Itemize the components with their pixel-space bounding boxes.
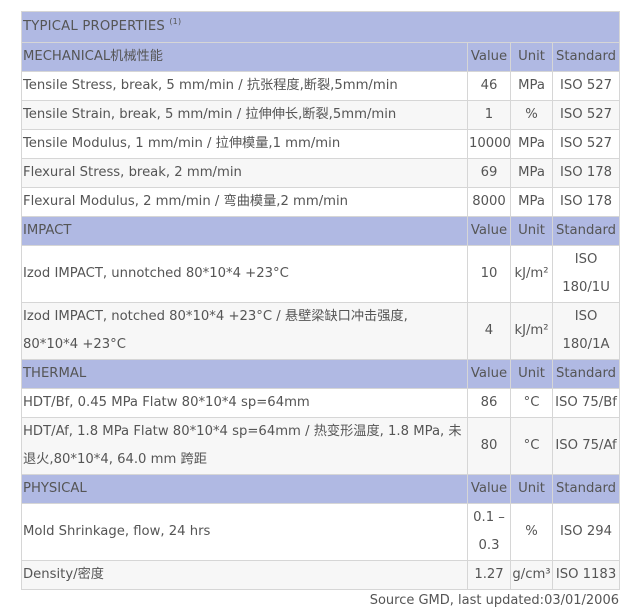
standard-cell: ISO 294 xyxy=(551,503,621,561)
property-cell: Tensile Stress, break, 5 mm/min / 抗张程度,断… xyxy=(21,71,468,101)
table-row: Tensile Strain, break, 5 mm/min / 拉伸伸长,断… xyxy=(21,100,621,130)
value-cell: 8000 xyxy=(467,187,511,217)
property-cell: Flexural Stress, break, 2 mm/min xyxy=(21,158,468,188)
table-title-row: TYPICAL PROPERTIES (1) xyxy=(20,11,621,43)
table-title: TYPICAL PROPERTIES (1) xyxy=(20,11,621,43)
header-unit: Unit xyxy=(510,42,553,72)
unit-cell: MPa xyxy=(510,129,553,159)
table-row: Tensile Stress, break, 5 mm/min / 抗张程度,断… xyxy=(21,71,621,101)
value-cell: 69 xyxy=(467,158,511,188)
unit-cell: % xyxy=(510,100,553,130)
table-row: Izod IMPACT, notched 80*10*4 +23°C / 悬壁梁… xyxy=(21,302,621,360)
table-row: HDT/Af, 1.8 MPa Flatw 80*10*4 sp=64mm / … xyxy=(21,417,621,475)
property-cell: Izod IMPACT, notched 80*10*4 +23°C / 悬壁梁… xyxy=(21,302,468,360)
standard-cell: ISO 527 xyxy=(551,129,621,159)
property-cell: Mold Shrinkage, flow, 24 hrs xyxy=(21,503,468,561)
value-cell: 1 xyxy=(467,100,511,130)
property-cell: Flexural Modulus, 2 mm/min / 弯曲模量,2 mm/m… xyxy=(21,187,468,217)
standard-cell: ISO 178 xyxy=(551,158,621,188)
value-cell: 4 xyxy=(467,302,511,360)
unit-cell: g/cm³ xyxy=(510,560,553,590)
table-row: Tensile Modulus, 1 mm/min / 拉伸模量,1 mm/mi… xyxy=(21,129,621,159)
header-standard: Standard xyxy=(551,42,621,72)
section-header-physical: PHYSICAL Value Unit Standard xyxy=(21,474,621,504)
source-footnote: Source GMD, last updated:03/01/2006 xyxy=(369,593,619,608)
table-row: Mold Shrinkage, flow, 24 hrs 0.1 – 0.3 %… xyxy=(21,503,621,561)
unit-cell: kJ/m² xyxy=(510,302,553,360)
standard-cell: ISO 527 xyxy=(551,71,621,101)
header-value: Value xyxy=(467,474,511,504)
header-unit: Unit xyxy=(510,359,553,389)
value-cell: 1.27 xyxy=(467,560,511,590)
properties-sheet: TYPICAL PROPERTIES (1) MECHANICAL机械性能 Va… xyxy=(20,11,621,590)
standard-cell: ISO 527 xyxy=(551,100,621,130)
value-cell: 86 xyxy=(467,388,511,418)
standard-cell: ISO 180/1U xyxy=(551,245,621,303)
unit-cell: MPa xyxy=(510,71,553,101)
header-unit: Unit xyxy=(510,216,553,246)
property-cell: Density/密度 xyxy=(21,560,468,590)
section-header-thermal: THERMAL Value Unit Standard xyxy=(21,359,621,389)
section-name: THERMAL xyxy=(21,359,468,389)
standard-cell: ISO 75/Bf xyxy=(551,388,621,418)
section-name: MECHANICAL机械性能 xyxy=(21,42,468,72)
header-value: Value xyxy=(467,359,511,389)
standard-cell: ISO 180/1A xyxy=(551,302,621,360)
standard-cell: ISO 75/Af xyxy=(551,417,621,475)
property-cell: Tensile Strain, break, 5 mm/min / 拉伸伸长,断… xyxy=(21,100,468,130)
table-row: Izod IMPACT, unnotched 80*10*4 +23°C 10 … xyxy=(21,245,621,303)
unit-cell: MPa xyxy=(510,187,553,217)
header-standard: Standard xyxy=(551,216,621,246)
header-standard: Standard xyxy=(551,359,621,389)
unit-cell: °C xyxy=(510,388,553,418)
unit-cell: % xyxy=(510,503,553,561)
section-name: PHYSICAL xyxy=(21,474,468,504)
section-name: IMPACT xyxy=(21,216,468,246)
unit-cell: °C xyxy=(510,417,553,475)
property-cell: Izod IMPACT, unnotched 80*10*4 +23°C xyxy=(21,245,468,303)
value-cell: 10000 xyxy=(467,129,511,159)
property-cell: HDT/Bf, 0.45 MPa Flatw 80*10*4 sp=64mm xyxy=(21,388,468,418)
footnote-mark: (1) xyxy=(169,17,182,26)
unit-cell: MPa xyxy=(510,158,553,188)
standard-cell: ISO 178 xyxy=(551,187,621,217)
properties-table: TYPICAL PROPERTIES (1) MECHANICAL机械性能 Va… xyxy=(20,11,621,590)
table-row: Flexural Modulus, 2 mm/min / 弯曲模量,2 mm/m… xyxy=(21,187,621,217)
property-cell: HDT/Af, 1.8 MPa Flatw 80*10*4 sp=64mm / … xyxy=(21,417,468,475)
header-value: Value xyxy=(467,42,511,72)
section-header-mechanical: MECHANICAL机械性能 Value Unit Standard xyxy=(21,42,621,72)
value-cell: 10 xyxy=(467,245,511,303)
header-value: Value xyxy=(467,216,511,246)
value-cell: 0.1 – 0.3 xyxy=(467,503,511,561)
unit-cell: kJ/m² xyxy=(510,245,553,303)
standard-cell: ISO 1183 xyxy=(551,560,621,590)
value-cell: 80 xyxy=(467,417,511,475)
value-cell: 46 xyxy=(467,71,511,101)
table-row: HDT/Bf, 0.45 MPa Flatw 80*10*4 sp=64mm 8… xyxy=(21,388,621,418)
table-row: Density/密度 1.27 g/cm³ ISO 1183 xyxy=(21,560,621,590)
header-unit: Unit xyxy=(510,474,553,504)
table-row: Flexural Stress, break, 2 mm/min 69 MPa … xyxy=(21,158,621,188)
section-header-impact: IMPACT Value Unit Standard xyxy=(21,216,621,246)
property-cell: Tensile Modulus, 1 mm/min / 拉伸模量,1 mm/mi… xyxy=(21,129,468,159)
header-standard: Standard xyxy=(551,474,621,504)
